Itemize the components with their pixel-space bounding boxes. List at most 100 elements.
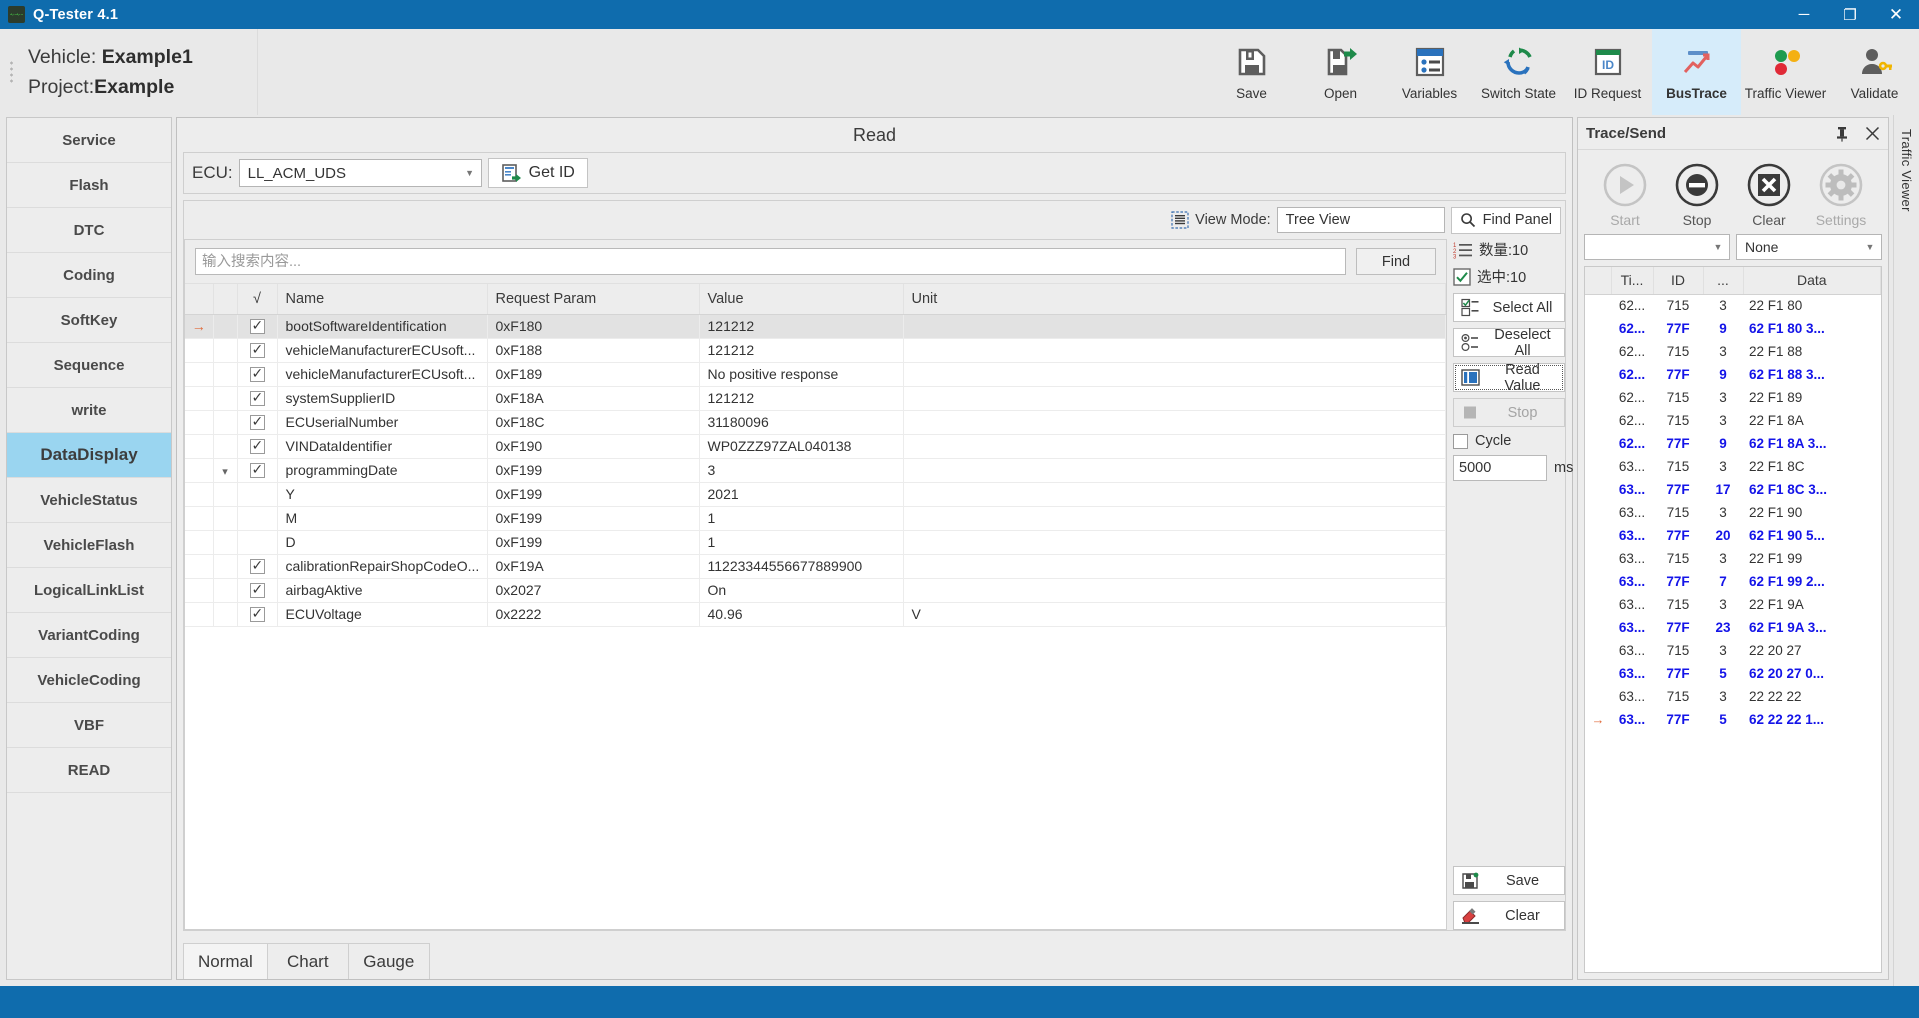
table-row[interactable]: systemSupplierID0xF18A121212 [185,386,1446,410]
view-mode-select[interactable]: Tree View [1277,207,1445,233]
trace-row[interactable]: 62...77F962 F1 80 3... [1585,317,1881,340]
tab-normal[interactable]: Normal [183,943,268,979]
row-checkbox[interactable] [237,386,277,410]
trace-settings-button[interactable]: Settings [1810,162,1872,228]
col-header-unit[interactable]: Unit [903,284,1446,314]
row-checkbox[interactable] [237,602,277,626]
stop-button[interactable]: Stop [1453,398,1565,427]
trace-row[interactable]: 63...77F1762 F1 8C 3... [1585,478,1881,501]
deselect-all-button[interactable]: Deselect All [1453,328,1565,357]
sidebar-item-softkey[interactable]: SoftKey [7,298,171,343]
col-header-value[interactable]: Value [699,284,903,314]
ribbon-id-request-button[interactable]: ID ID Request [1563,29,1652,115]
cycle-checkbox[interactable] [1453,434,1468,449]
row-checkbox[interactable] [237,410,277,434]
trace-col-header-dlc[interactable]: ... [1703,267,1743,294]
row-checkbox[interactable] [237,434,277,458]
table-row[interactable]: vehicleManufacturerECUsoft...0xF18812121… [185,338,1446,362]
pin-icon[interactable] [1835,126,1849,142]
trace-row[interactable]: 63...77F562 20 27 0... [1585,662,1881,685]
find-panel-button[interactable]: Find Panel [1451,207,1561,234]
row-checkbox[interactable] [237,314,277,338]
row-checkbox[interactable] [237,362,277,386]
ribbon-traffic-viewer-button[interactable]: Traffic Viewer [1741,29,1830,115]
sidebar-item-vehiclestatus[interactable]: VehicleStatus [7,478,171,523]
col-header-check[interactable]: √ [237,284,277,314]
drag-grip-icon[interactable] [10,60,13,84]
trace-stop-button[interactable]: Stop [1666,162,1728,228]
ecu-select[interactable]: LL_ACM_UDS ▼ [239,159,482,187]
col-header-name[interactable]: Name [277,284,487,314]
trace-col-header-data[interactable]: Data [1743,267,1881,294]
trace-row[interactable]: 63...77F762 F1 99 2... [1585,570,1881,593]
row-expander-icon[interactable]: ▾ [213,458,237,482]
ribbon-switch-state-button[interactable]: Switch State [1474,29,1563,115]
find-button[interactable]: Find [1356,248,1436,275]
trace-row[interactable]: 63...715322 F1 9A [1585,593,1881,616]
close-icon[interactable] [1865,126,1880,141]
close-button[interactable]: ✕ [1873,0,1919,29]
get-id-button[interactable]: Get ID [488,158,588,188]
ribbon-open-button[interactable]: Open [1296,29,1385,115]
minimize-button[interactable]: ─ [1781,0,1827,29]
sidebar-item-dtc[interactable]: DTC [7,208,171,253]
trace-table-wrapper[interactable]: Ti... ID ... Data 62...715322 F1 8062...… [1584,266,1882,973]
cycle-interval-input[interactable] [1453,455,1547,481]
sidebar-item-datadisplay[interactable]: DataDisplay [7,433,171,478]
clear-data-button[interactable]: Clear [1453,901,1565,930]
ribbon-variables-button[interactable]: Variables [1385,29,1474,115]
select-all-button[interactable]: Select All [1453,293,1565,322]
sidebar-item-variantcoding[interactable]: VariantCoding [7,613,171,658]
sidebar-item-service[interactable]: Service [7,118,171,163]
table-row[interactable]: VINDataIdentifier0xF190WP0ZZZ97ZAL040138 [185,434,1446,458]
sidebar-item-read[interactable]: READ [7,748,171,793]
maximize-button[interactable]: ❐ [1827,0,1873,29]
ribbon-bustrace-button[interactable]: BusTrace [1652,29,1741,115]
sidebar-item-coding[interactable]: Coding [7,253,171,298]
trace-row[interactable]: 63...77F2362 F1 9A 3... [1585,616,1881,639]
vertical-tab-traffic-viewer[interactable]: Traffic Viewer [1899,129,1914,212]
trace-row[interactable]: 63...715322 F1 8C [1585,455,1881,478]
save-data-button[interactable]: Save [1453,866,1565,895]
table-row[interactable]: Y0xF1992021 [185,482,1446,506]
trace-row[interactable]: 63...715322 F1 99 [1585,547,1881,570]
trace-row[interactable]: 63...77F2062 F1 90 5... [1585,524,1881,547]
table-row[interactable]: ECUVoltage0x222240.96V [185,602,1446,626]
trace-row[interactable]: 62...715322 F1 80 [1585,294,1881,317]
sidebar-item-vehiclecoding[interactable]: VehicleCoding [7,658,171,703]
trace-filter-select-1[interactable]: ▼ [1584,234,1730,260]
trace-row[interactable]: 62...715322 F1 89 [1585,386,1881,409]
ribbon-save-button[interactable]: Save [1207,29,1296,115]
trace-start-button[interactable]: Start [1594,162,1656,228]
trace-row[interactable]: 63...715322 F1 90 [1585,501,1881,524]
table-row[interactable]: D0xF1991 [185,530,1446,554]
sidebar-item-logicallinklist[interactable]: LogicalLinkList [7,568,171,613]
row-checkbox[interactable] [237,554,277,578]
trace-filter-select-2[interactable]: None ▼ [1736,234,1882,260]
trace-row[interactable]: 63...715322 22 22 [1585,685,1881,708]
table-row[interactable]: airbagAktive0x2027On [185,578,1446,602]
ribbon-validate-button[interactable]: Validate [1830,29,1919,115]
trace-row[interactable]: →63...77F562 22 22 1... [1585,708,1881,731]
sidebar-item-sequence[interactable]: Sequence [7,343,171,388]
trace-row[interactable]: 62...715322 F1 8A [1585,409,1881,432]
tab-gauge[interactable]: Gauge [348,943,430,979]
read-value-button[interactable]: Read Value [1453,363,1565,392]
trace-col-header-time[interactable]: Ti... [1611,267,1653,294]
table-row[interactable]: M0xF1991 [185,506,1446,530]
trace-row[interactable]: 62...715322 F1 88 [1585,340,1881,363]
trace-row[interactable]: 62...77F962 F1 88 3... [1585,363,1881,386]
tab-chart[interactable]: Chart [267,943,349,979]
table-row[interactable]: ▾programmingDate0xF1993 [185,458,1446,482]
search-input[interactable] [195,248,1346,275]
table-row[interactable]: calibrationRepairShopCodeO...0xF19A11223… [185,554,1446,578]
trace-col-header-id[interactable]: ID [1653,267,1703,294]
sidebar-item-flash[interactable]: Flash [7,163,171,208]
table-row[interactable]: ECUserialNumber0xF18C31180096 [185,410,1446,434]
trace-clear-button[interactable]: Clear [1738,162,1800,228]
sidebar-item-write[interactable]: write [7,388,171,433]
row-checkbox[interactable] [237,578,277,602]
table-row[interactable]: →bootSoftwareIdentification0xF180121212 [185,314,1446,338]
table-row[interactable]: vehicleManufacturerECUsoft...0xF189No po… [185,362,1446,386]
row-checkbox[interactable] [237,338,277,362]
